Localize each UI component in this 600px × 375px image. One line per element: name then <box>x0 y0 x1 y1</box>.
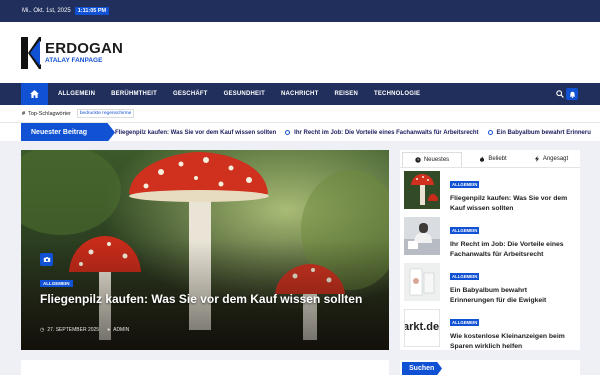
camera-icon <box>43 257 50 262</box>
logo-subtitle: ATALAY FANPAGE <box>45 57 103 64</box>
tab-beliebt[interactable]: Beliebt <box>464 150 522 167</box>
post-category-badge[interactable]: ALLGEMEIN <box>450 273 480 280</box>
post-thumbnail[interactable] <box>404 171 440 209</box>
nav-item-technologie[interactable]: TECHNOLOGIE <box>374 91 420 97</box>
post-text: ALLGEMEIN Wie kostenlose Kleinanzeigen b… <box>450 309 572 350</box>
hero-category-badge[interactable]: ALLGEMEIN <box>40 280 73 287</box>
post-thumbnail[interactable] <box>404 263 440 301</box>
ticker-item[interactable]: Ein Babyalbum bewahrt Erinneru <box>487 129 591 136</box>
home-icon <box>30 90 39 98</box>
sidebar-post[interactable]: arkt.de ALLGEMEIN Wie kostenlose Kleinan… <box>404 309 576 350</box>
ticker-item[interactable]: Fliegenpilz kaufen: Was Sie vor dem Kauf… <box>115 130 276 136</box>
ticker-item-text: Ihr Recht im Job: Die Vorteile eines Fac… <box>294 129 479 136</box>
post-title[interactable]: Wie kostenlose Kleinanzeigen beim Sparen… <box>450 332 572 351</box>
camera-button[interactable] <box>40 253 53 266</box>
sidebar-post[interactable]: ALLGEMEIN Fliegenpilz kaufen: Was Sie vo… <box>404 171 576 212</box>
site-header: ERDOGAN ATALAY FANPAGE <box>0 22 600 83</box>
fire-icon <box>480 155 485 162</box>
post-text: ALLGEMEIN Ein Babyalbum bewahrt Erinneru… <box>450 263 572 304</box>
news-ticker: Neuester Beitrag Fliegenpilz kaufen: Was… <box>0 122 600 141</box>
nav-item-geschaeft[interactable]: GESCHÄFT <box>173 91 208 97</box>
ticker-item-text: Ein Babyalbum bewahrt Erinneru <box>496 129 591 136</box>
search-icon[interactable] <box>556 90 564 98</box>
sidebar-post[interactable]: ALLGEMEIN Ihr Recht im Job: Die Vorteile… <box>404 217 576 258</box>
nav-item-reisen[interactable]: REISEN <box>334 91 358 97</box>
logo-mark-icon <box>21 37 41 69</box>
thumbnail-logo-text: arkt.de <box>404 321 440 333</box>
tag-link[interactable]: bedruckte regenschirme <box>76 109 135 118</box>
search-widget: Suchen <box>400 360 580 375</box>
post-title[interactable]: Ein Babyalbum bewahrt Erinnerungen für d… <box>450 286 572 305</box>
home-button[interactable] <box>21 83 48 105</box>
tab-angesagt[interactable]: Angesagt <box>522 150 580 167</box>
main-nav: ALLGEMEIN BERÜHMTHEIT GESCHÄFT GESUNDHEI… <box>0 83 600 105</box>
hero-post[interactable]: ALLGEMEIN Fliegenpilz kaufen: Was Sie vo… <box>21 150 389 350</box>
hash-icon: # <box>22 110 26 117</box>
nav-item-nachricht[interactable]: NACHRICHT <box>281 91 318 97</box>
post-text: ALLGEMEIN Fliegenpilz kaufen: Was Sie vo… <box>450 171 572 212</box>
ticker-items: Fliegenpilz kaufen: Was Sie vor dem Kauf… <box>115 123 600 141</box>
ticker-item-text: Fliegenpilz kaufen: Was Sie vor dem Kauf… <box>115 129 277 136</box>
post-thumbnail[interactable] <box>404 217 440 255</box>
search-widget-title: Suchen <box>402 362 442 375</box>
top-tags-label: Top-Schlagwörter <box>28 110 71 117</box>
notification-button[interactable] <box>566 88 578 100</box>
user-icon: ● <box>107 327 111 333</box>
sidebar-tabs-widget: Neuestes Beliebt Angesagt ALLGEMEIN Flie… <box>400 150 580 350</box>
logo-name: ERDOGAN <box>45 40 124 57</box>
post-category-badge[interactable]: ALLGEMEIN <box>450 181 480 188</box>
tab-label: Neuestes <box>423 157 450 163</box>
circle-icon <box>487 130 493 135</box>
hero-title[interactable]: Fliegenpilz kaufen: Was Sie vor dem Kauf… <box>40 292 370 306</box>
circle-icon <box>285 130 291 135</box>
nav-item-gesundheit[interactable]: GESUNDHEIT <box>224 91 265 97</box>
top-tags-row: # Top-Schlagwörter bedruckte regenschirm… <box>0 105 600 122</box>
hero-date[interactable]: 27. SEPTEMBER 2025 <box>47 327 99 333</box>
bell-icon <box>569 91 575 98</box>
hero-author[interactable]: ADMIN <box>113 327 129 333</box>
post-category-badge[interactable]: ALLGEMEIN <box>450 319 480 326</box>
clock-icon <box>415 157 421 163</box>
hero-meta: ◷ 27. SEPTEMBER 2025 ● ADMIN <box>40 327 132 333</box>
current-date: Mi.. Okt. 1st, 2025 <box>22 8 71 14</box>
tab-neuestes[interactable]: Neuestes <box>402 152 462 167</box>
clock-icon: ◷ <box>40 327 45 333</box>
ticker-item[interactable]: Ihr Recht im Job: Die Vorteile eines Fac… <box>285 129 479 136</box>
post-title[interactable]: Fliegenpilz kaufen: Was Sie vor dem Kauf… <box>450 194 572 213</box>
ticker-label: Neuester Beitrag <box>21 123 115 141</box>
tab-label: Angesagt <box>542 155 569 162</box>
sidebar-post[interactable]: ALLGEMEIN Ein Babyalbum bewahrt Erinneru… <box>404 263 576 304</box>
tab-label: Beliebt <box>488 155 507 162</box>
hero-image <box>21 150 389 350</box>
post-title[interactable]: Ihr Recht im Job: Die Vorteile eines Fac… <box>450 240 572 259</box>
post-thumbnail[interactable]: arkt.de <box>404 309 440 347</box>
sidebar-tabs: Neuestes Beliebt Angesagt <box>400 150 580 168</box>
bolt-icon <box>534 155 539 162</box>
content-panel <box>21 360 389 375</box>
post-category-badge[interactable]: ALLGEMEIN <box>450 227 480 234</box>
current-time: 1:11:05 PM <box>74 7 110 15</box>
top-bar: Mi.. Okt. 1st, 2025 1:11:05 PM <box>0 0 600 22</box>
nav-item-allgemein[interactable]: ALLGEMEIN <box>58 91 95 97</box>
post-text: ALLGEMEIN Ihr Recht im Job: Die Vorteile… <box>450 217 572 258</box>
nav-item-beruehmtheit[interactable]: BERÜHMTHEIT <box>111 91 157 97</box>
